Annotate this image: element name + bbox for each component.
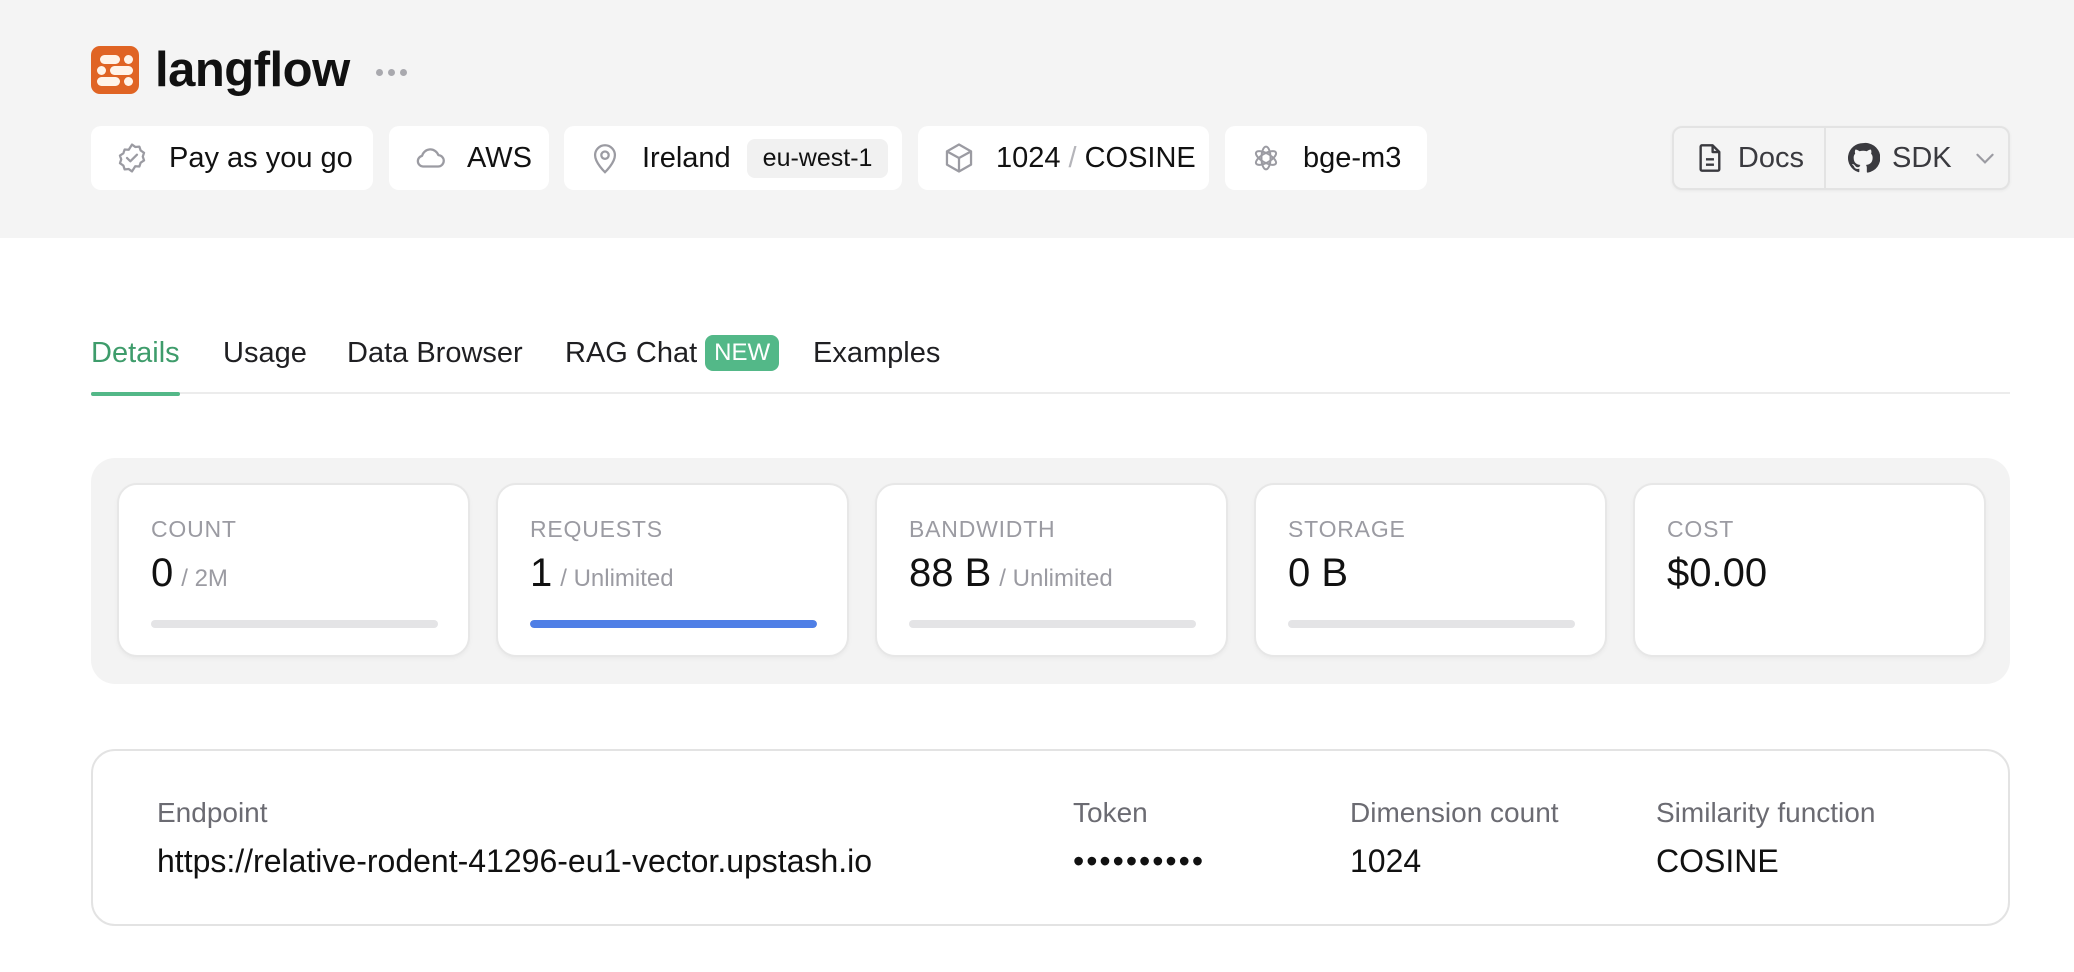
stat-value-row: 0 B — [1288, 551, 1356, 596]
tab-bar: Details Usage Data Browser RAG Chat NEW … — [91, 320, 2010, 396]
stat-label: BANDWIDTH — [909, 516, 1056, 542]
stat-value: 88 B — [909, 551, 992, 595]
endpoint-field: Endpoint https://relative-rodent-41296-e… — [157, 797, 872, 880]
stat-value-row: 1 / Unlimited — [530, 551, 674, 596]
stat-value-row: $0.00 — [1667, 551, 1767, 596]
external-links: Docs SDK — [1672, 126, 2010, 190]
stat-label: COST — [1667, 516, 1735, 542]
stat-label: COUNT — [151, 516, 237, 542]
dimension-field: Dimension count 1024 — [1350, 797, 1559, 880]
more-options-icon[interactable] — [375, 68, 407, 76]
tab-label: Examples — [813, 336, 941, 369]
langflow-logo-icon — [91, 46, 139, 94]
new-badge: NEW — [705, 335, 780, 371]
chevron-down-icon — [1975, 153, 1994, 164]
stat-limit: / Unlimited — [560, 565, 674, 592]
region-label: Ireland — [642, 141, 731, 174]
progress-bar — [909, 620, 1196, 628]
region-pill: Ireland eu-west-1 — [564, 126, 902, 190]
embedding-model-pill: bge-m3 — [1225, 126, 1427, 190]
token-label: Token — [1073, 797, 1148, 828]
stat-value: 1 — [530, 551, 553, 595]
docs-label: Docs — [1737, 141, 1804, 174]
stat-limit: / 2M — [181, 565, 228, 592]
stat-card-cost: COST $0.00 — [1633, 483, 1986, 657]
stat-value-row: 88 B / Unlimited — [909, 551, 1113, 596]
region-code-chip: eu-west-1 — [746, 138, 889, 178]
stat-card-requests: REQUESTS 1 / Unlimited — [496, 483, 849, 657]
provider-pill: AWS — [389, 126, 549, 190]
connection-details-card: Endpoint https://relative-rodent-41296-e… — [91, 749, 2010, 926]
tab-usage[interactable]: Usage — [223, 330, 307, 376]
cube-icon — [945, 143, 973, 173]
sdk-label: SDK — [1892, 141, 1952, 174]
sdk-dropdown[interactable]: SDK — [1824, 128, 2018, 188]
similarity-label: COSINE — [1084, 141, 1196, 174]
tab-label: Usage — [223, 336, 307, 369]
dimension-label: 1024 — [996, 141, 1061, 174]
dimension-value: 1024 — [1350, 843, 1422, 879]
tab-rag-chat[interactable]: RAG Chat NEW — [565, 330, 780, 376]
stat-value: 0 B — [1288, 551, 1349, 595]
database-header: langflow Pay as you go AWS Ireland eu-we… — [0, 0, 2074, 238]
similarity-label: Similarity function — [1656, 797, 1876, 828]
verified-badge-icon — [118, 143, 146, 173]
stat-label: STORAGE — [1288, 516, 1406, 542]
model-label: bge-m3 — [1303, 141, 1402, 174]
docs-button[interactable]: Docs — [1674, 128, 1824, 188]
progress-bar — [1288, 620, 1575, 628]
token-value[interactable]: •••••••••• — [1073, 843, 1205, 880]
stat-value-row: 0 / 2M — [151, 551, 228, 596]
separator: / — [1068, 141, 1077, 174]
plan-label: Pay as you go — [169, 141, 353, 174]
stat-limit: / Unlimited — [999, 565, 1113, 592]
endpoint-value[interactable]: https://relative-rodent-41296-eu1-vector… — [157, 843, 872, 880]
progress-bar — [151, 620, 438, 628]
similarity-value: COSINE — [1656, 843, 1779, 879]
tab-label: Details — [91, 336, 180, 369]
tab-label: RAG Chat — [565, 336, 698, 369]
token-field: Token •••••••••• — [1073, 797, 1205, 880]
stat-card-bandwidth: BANDWIDTH 88 B / Unlimited — [875, 483, 1228, 657]
tab-label: Data Browser — [347, 336, 523, 369]
stat-value: $0.00 — [1667, 551, 1768, 595]
stat-card-count: COUNT 0 / 2M — [117, 483, 470, 657]
plan-pill: Pay as you go — [91, 126, 373, 190]
usage-stats: COUNT 0 / 2M REQUESTS 1 / Unlimited BAND… — [91, 458, 2010, 684]
tab-details[interactable]: Details — [91, 330, 180, 396]
endpoint-label: Endpoint — [157, 797, 268, 828]
cloud-icon — [416, 148, 445, 168]
tab-examples[interactable]: Examples — [813, 330, 940, 376]
github-icon — [1847, 142, 1880, 173]
dimension-label: Dimension count — [1350, 797, 1559, 828]
stat-card-storage: STORAGE 0 B — [1254, 483, 1607, 657]
stat-value: 0 — [151, 551, 174, 595]
stat-label: REQUESTS — [530, 516, 663, 542]
database-title: langflow — [155, 43, 350, 97]
map-pin-icon — [593, 144, 617, 174]
openai-icon — [1254, 145, 1278, 171]
similarity-field: Similarity function COSINE — [1656, 797, 1875, 880]
document-icon — [1699, 144, 1721, 172]
progress-fill — [530, 620, 817, 628]
title-row: langflow — [91, 43, 407, 97]
provider-label: AWS — [467, 141, 532, 174]
tab-data-browser[interactable]: Data Browser — [347, 330, 523, 376]
index-config-pill: 1024 / COSINE — [918, 126, 1209, 190]
progress-bar — [530, 620, 817, 628]
